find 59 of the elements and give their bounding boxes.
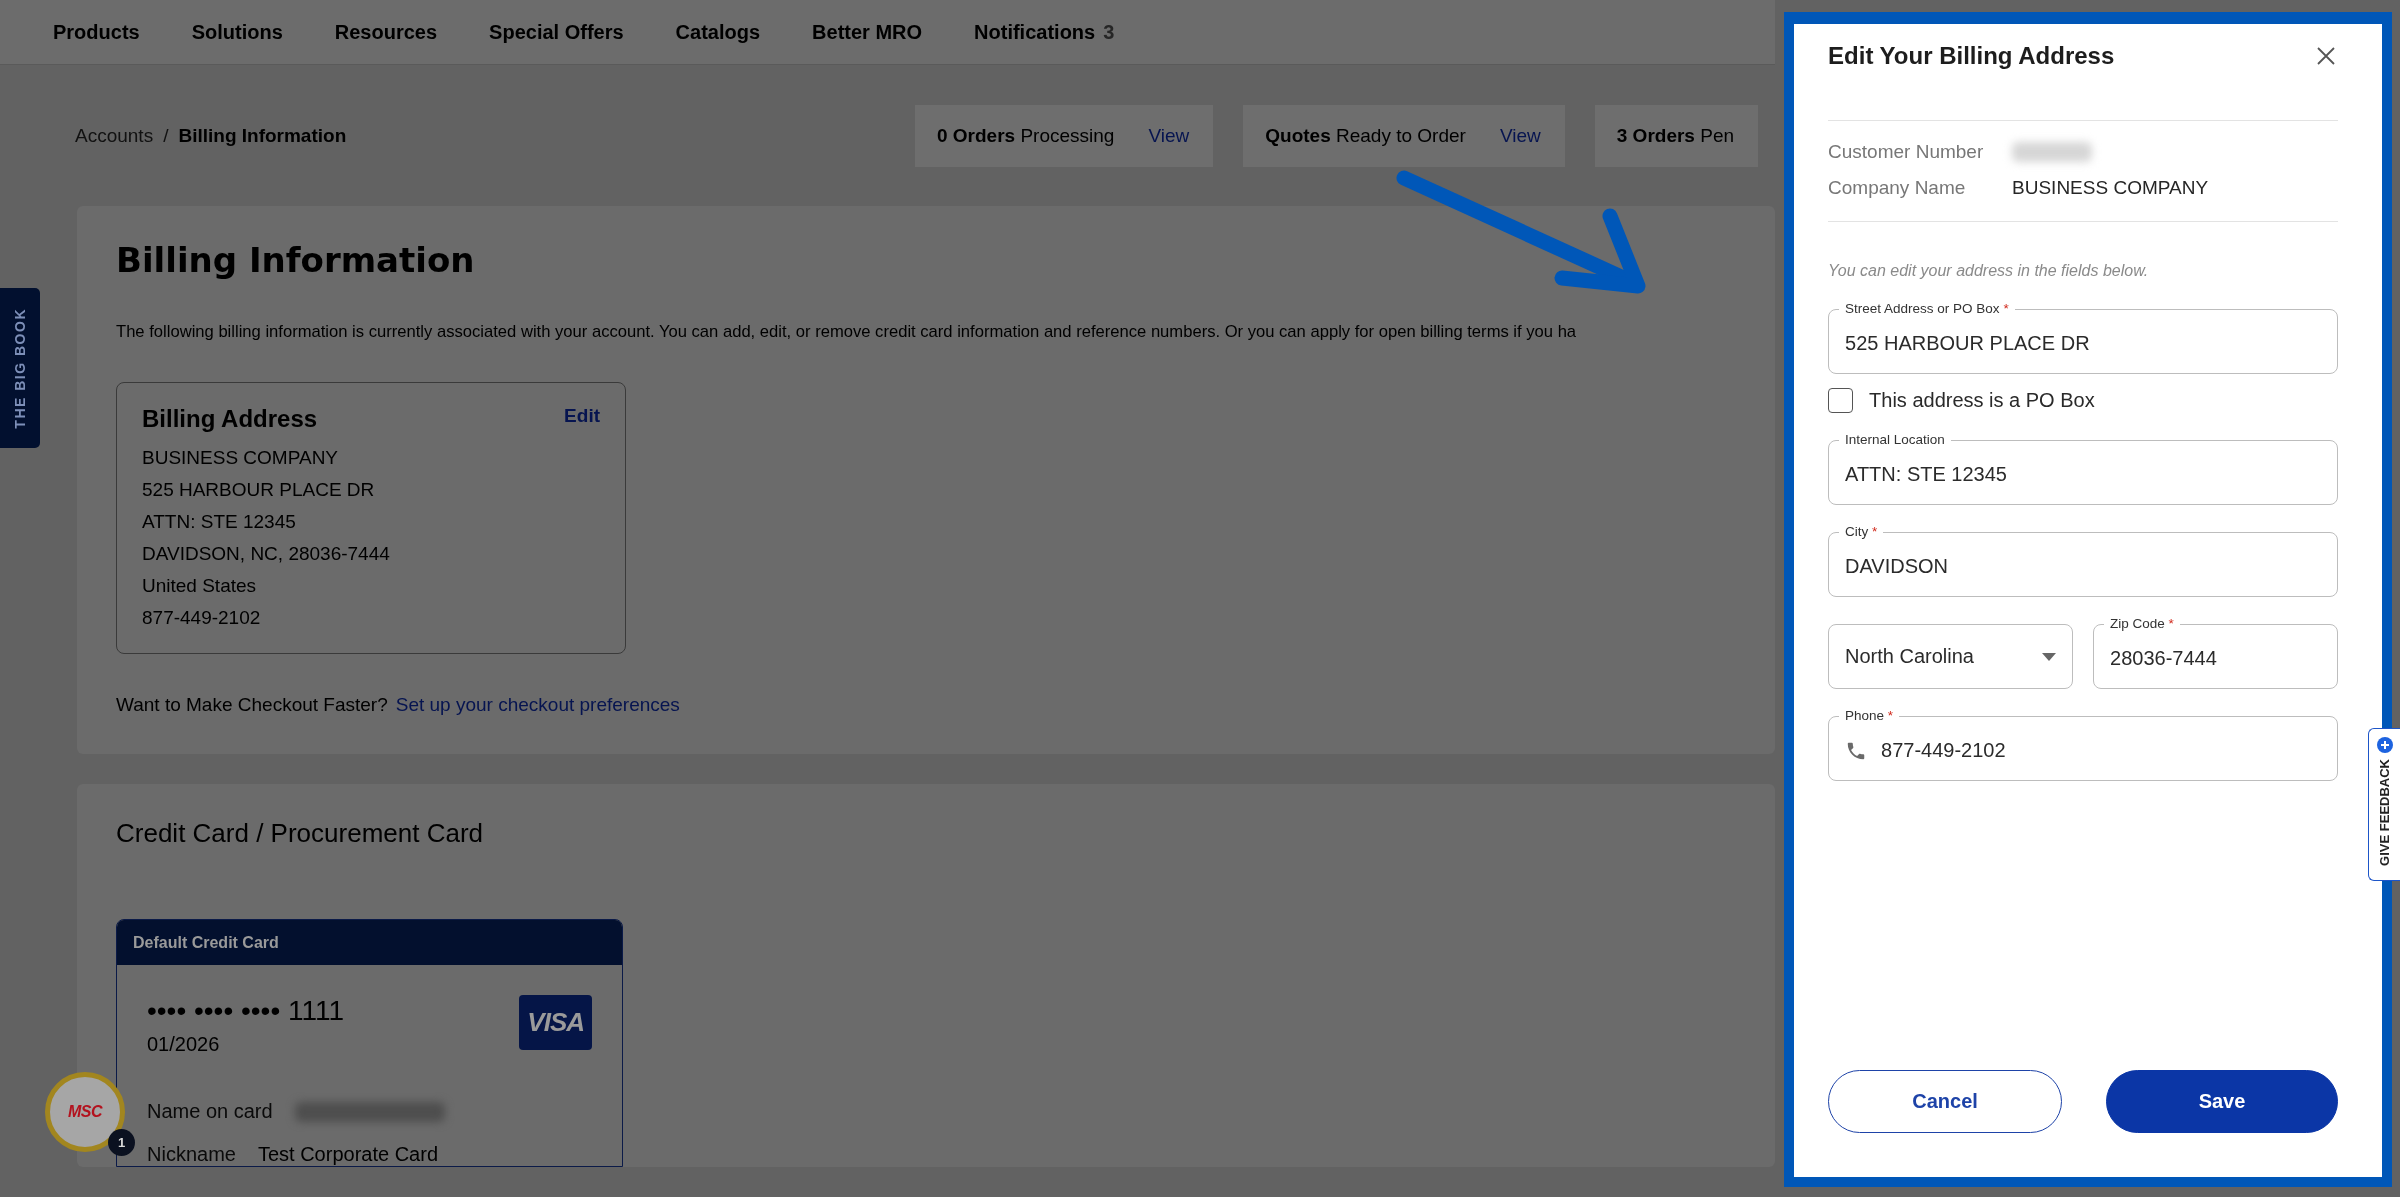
nav-link[interactable]: Resources [334, 20, 438, 44]
card-header: Default Credit Card [117, 920, 622, 965]
card-field-label: Name on card [147, 1100, 273, 1123]
checkout-preferences-link[interactable]: Set up your checkout preferences [395, 694, 680, 716]
checkbox-label: This address is a PO Box [1869, 389, 2095, 412]
text-input[interactable]: DAVIDSON [1845, 555, 2321, 578]
checkout-prompt: Want to Make Checkout Faster? [116, 694, 388, 716]
cancel-button[interactable]: Cancel [1828, 1070, 2063, 1133]
breadcrumb-link[interactable]: Billing Information [178, 124, 347, 147]
page-title: Billing Information [116, 240, 476, 280]
view-link[interactable]: View [1148, 124, 1190, 147]
info-label: Customer Number [1828, 141, 1985, 163]
checkbox[interactable] [1828, 388, 1854, 413]
field-label: City * [1844, 523, 1879, 541]
card-number: •••• •••• •••• 1111 [147, 995, 345, 1027]
order-status-text: 0 Orders Processing [937, 124, 1115, 147]
text-input[interactable]: 877-449-2102 [1881, 739, 2321, 762]
card-field-label: Nickname [147, 1143, 236, 1166]
description-text: The following billing information is currently associated with your account. You can add, edit, or remove credit card information and reference numbers. Or you can apply for open billing terms if you ha [116, 322, 1578, 342]
address-line: 525 HARBOUR PLACE DR [142, 479, 376, 501]
save-button[interactable]: Save [2106, 1070, 2338, 1133]
order-status-text: 3 Orders Pen [1616, 124, 1734, 147]
address-line: United States [142, 575, 258, 597]
breadcrumb-link[interactable]: Accounts [75, 124, 154, 147]
feedback-tab[interactable]: GIVE FEEDBACK [2368, 728, 2400, 881]
dialog-title: Edit Your Billing Address [1828, 42, 2115, 70]
nav-link[interactable]: Notifications 3 [974, 20, 1115, 44]
address-title: Billing Address [142, 405, 318, 433]
hint-text: You can edit your address in the fields below. [1828, 262, 2150, 280]
caret-icon [2042, 652, 2057, 661]
nav-link[interactable]: Catalogs [675, 20, 761, 44]
address-line: BUSINESS COMPANY [142, 447, 340, 469]
field-label: Zip Code * [2109, 615, 2175, 633]
state-select[interactable]: North Carolina [1828, 624, 2074, 689]
nav-link[interactable]: Special Offers [489, 20, 624, 44]
edit-link[interactable]: Edit [564, 405, 600, 427]
section-title: Credit Card / Procurement Card [116, 818, 485, 849]
field-label: Phone * [1844, 707, 1895, 725]
text-input[interactable]: 525 HARBOUR PLACE DR [1845, 332, 2321, 355]
info-label: Company Name [1828, 177, 1967, 199]
address-line: DAVIDSON, NC, 28036-7444 [142, 543, 391, 565]
address-line: ATTN: STE 12345 [142, 511, 297, 533]
text-input[interactable]: ATTN: STE 12345 [1845, 463, 2321, 486]
info-value: BUSINESS COMPANY [2012, 177, 2209, 199]
view-link[interactable]: View [1499, 124, 1541, 147]
text-input[interactable]: 28036-7444 [2110, 647, 2321, 670]
address-line: 877-449-2102 [142, 607, 262, 629]
card-brand-logo: VISA [519, 995, 592, 1050]
card-field-value: Test Corporate Card [257, 1143, 438, 1166]
nav-link[interactable]: Solutions [191, 20, 283, 44]
plus-icon [2376, 737, 2393, 753]
nav-link[interactable]: Products [53, 20, 140, 44]
breadcrumb-separator: / [163, 124, 169, 147]
side-tab[interactable]: THE BIG BOOK [0, 288, 40, 448]
field-label: Street Address or PO Box * [1844, 300, 2010, 318]
order-status-text: Quotes Ready to Order [1265, 124, 1466, 147]
nav-link[interactable]: Better MRO [812, 20, 923, 44]
field-label: Internal Location [1844, 431, 1946, 449]
card-expiry: 01/2026 [147, 1033, 221, 1056]
